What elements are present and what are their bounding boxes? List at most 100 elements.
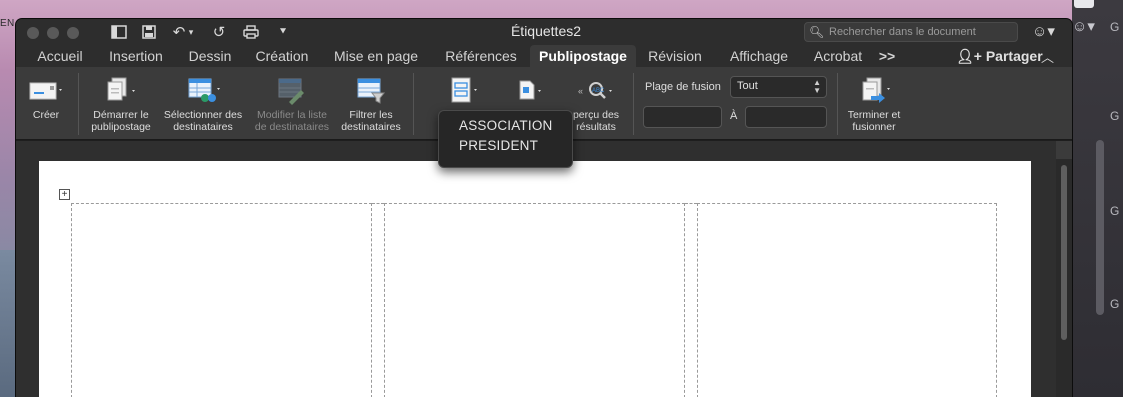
edit-list-icon xyxy=(250,73,334,109)
menu-item-president[interactable]: PRESIDENT xyxy=(439,136,572,156)
label-gap xyxy=(372,203,384,397)
title-bar: ↶ ▾ ↺ ⯆ Étiquettes2 🔍︎ ☺▾ xyxy=(16,19,1072,45)
select-recipients-button[interactable]: Sélectionner des destinataires xyxy=(160,73,246,133)
desktop-wallpaper-strip xyxy=(0,250,16,397)
label-cell[interactable] xyxy=(697,203,997,397)
tab-insertion[interactable]: Insertion xyxy=(102,45,170,67)
search-box[interactable]: 🔍︎ xyxy=(804,22,1018,42)
customize-toolbar-icon[interactable]: ⯆ xyxy=(272,22,294,42)
documents-stack-icon xyxy=(86,73,156,109)
rules-document-icon xyxy=(508,73,548,109)
sidebar-icon[interactable] xyxy=(108,22,130,42)
merge-field-icon xyxy=(442,73,484,109)
merge-range-from-field[interactable] xyxy=(643,106,722,128)
tab-dessin[interactable]: Dessin xyxy=(184,45,236,67)
merge-range-select[interactable]: Tout ▲ ▼ xyxy=(730,76,827,98)
finish-merge-label-line2: fusionner xyxy=(852,121,896,133)
ribbon-separator xyxy=(837,73,838,135)
window-title: Étiquettes2 xyxy=(510,23,582,39)
undo-dropdown-chevron-icon[interactable]: ▾ xyxy=(186,22,196,42)
label-cell[interactable] xyxy=(384,203,685,397)
desktop-input-indicator: EN xyxy=(0,18,15,29)
background-letter: G xyxy=(1110,109,1120,123)
redo-icon[interactable]: ↺ xyxy=(208,22,230,42)
tab-revision[interactable]: Révision xyxy=(644,45,706,67)
select-recipients-label-line1: Sélectionner des xyxy=(163,109,243,121)
tab-mise-en-page[interactable]: Mise en page xyxy=(330,45,422,67)
document-canvas: + xyxy=(16,141,1072,397)
search-input[interactable] xyxy=(829,26,1009,38)
ribbon-separator xyxy=(633,73,634,135)
tab-accueil[interactable]: Accueil xyxy=(30,45,90,67)
tab-acrobat[interactable]: Acrobat xyxy=(810,45,866,67)
background-window-control xyxy=(1074,0,1094,8)
scrollbar-top xyxy=(1056,141,1072,159)
share-button[interactable]: 👤︎+ Partager xyxy=(956,45,1043,67)
merge-field-dropdown-menu: ASSOCIATION PRESIDENT xyxy=(438,110,573,168)
finish-merge-icon xyxy=(842,73,906,109)
menu-item-association[interactable]: ASSOCIATION xyxy=(439,116,572,136)
preview-results-label-line2: résultats xyxy=(576,121,616,133)
preview-results-label-line1: perçu des xyxy=(572,109,620,121)
background-scrollbar xyxy=(1096,140,1104,315)
preview-magnifier-icon: « ABC xyxy=(564,73,628,109)
rules-button[interactable] xyxy=(508,73,548,109)
label-cell[interactable] xyxy=(71,203,372,397)
filter-recipients-button[interactable]: Filtrer les destinataires xyxy=(336,73,406,133)
recipients-table-icon xyxy=(160,73,246,109)
tab-affichage[interactable]: Affichage xyxy=(722,45,796,67)
share-label: Partager xyxy=(985,48,1043,64)
filter-recipients-label-line1: Filtrer les xyxy=(349,109,393,121)
create-label: Créer xyxy=(32,109,60,121)
start-merge-button[interactable]: Démarrer le publipostage xyxy=(86,73,156,133)
ribbon-separator xyxy=(78,73,79,135)
merge-range-to-label: À xyxy=(730,110,738,122)
background-letter: G xyxy=(1110,20,1120,34)
ribbon-tab-bar: Accueil Insertion Dessin Création Mise e… xyxy=(16,45,1072,67)
create-button[interactable]: Créer xyxy=(24,73,68,121)
start-merge-label-line2: publipostage xyxy=(91,121,151,133)
document-page[interactable]: + xyxy=(39,161,1031,397)
start-merge-label-line1: Démarrer le xyxy=(93,109,149,121)
finish-merge-label-line1: Terminer et xyxy=(847,109,901,121)
more-tabs-button[interactable]: >> xyxy=(874,45,900,67)
filter-recipients-label-line2: destinataires xyxy=(341,121,401,133)
tab-references[interactable]: Références xyxy=(438,45,524,67)
select-recipients-label-line2: destinataires xyxy=(173,121,233,133)
search-icon: 🔍︎ xyxy=(809,25,825,39)
svg-text:«: « xyxy=(578,86,583,96)
minimize-window-button[interactable] xyxy=(47,27,59,39)
preview-results-button[interactable]: « ABC perçu des résultats xyxy=(564,73,628,133)
print-icon[interactable] xyxy=(240,22,262,42)
envelope-icon xyxy=(24,73,68,109)
background-account-icon: ☺▾ xyxy=(1072,18,1095,35)
collapse-ribbon-chevron-up-icon[interactable]: ︿ xyxy=(1041,47,1054,66)
tab-creation[interactable]: Création xyxy=(250,45,314,67)
save-icon[interactable] xyxy=(138,22,160,42)
zoom-window-button[interactable] xyxy=(67,27,79,39)
edit-recipient-list-label-line1: Modifier la liste xyxy=(256,109,328,121)
vertical-scrollbar[interactable] xyxy=(1056,141,1072,397)
filter-table-icon xyxy=(336,73,406,109)
stepper-arrows-icon: ▲ ▼ xyxy=(813,78,821,95)
add-person-icon: 👤︎+ xyxy=(956,48,986,64)
insert-merge-field-icon-wrap[interactable] xyxy=(442,73,484,109)
account-icon[interactable]: ☺▾ xyxy=(1032,22,1055,40)
edit-recipient-list-button[interactable]: Modifier la liste de destinataires xyxy=(250,73,334,133)
tab-publipostage[interactable]: Publipostage xyxy=(530,45,636,67)
merge-range-value: Tout xyxy=(737,80,758,92)
background-letter: G xyxy=(1110,297,1120,311)
svg-text:ABC: ABC xyxy=(592,88,605,94)
close-window-button[interactable] xyxy=(27,27,39,39)
word-window: ↶ ▾ ↺ ⯆ Étiquettes2 🔍︎ ☺▾ Accueil Insert… xyxy=(16,19,1072,397)
background-letter: G xyxy=(1110,204,1120,218)
edit-recipient-list-label-line2: de destinataires xyxy=(254,121,330,133)
table-move-handle-icon[interactable]: + xyxy=(59,189,70,200)
background-window: ☺▾ G G G G xyxy=(1072,0,1123,397)
scrollbar-thumb[interactable] xyxy=(1061,165,1067,340)
ribbon-separator xyxy=(413,73,414,135)
merge-range-to-field[interactable] xyxy=(745,106,827,128)
merge-range-label: Plage de fusion xyxy=(645,81,721,93)
label-gap xyxy=(685,203,697,397)
finish-merge-button[interactable]: Terminer et fusionner xyxy=(842,73,906,133)
